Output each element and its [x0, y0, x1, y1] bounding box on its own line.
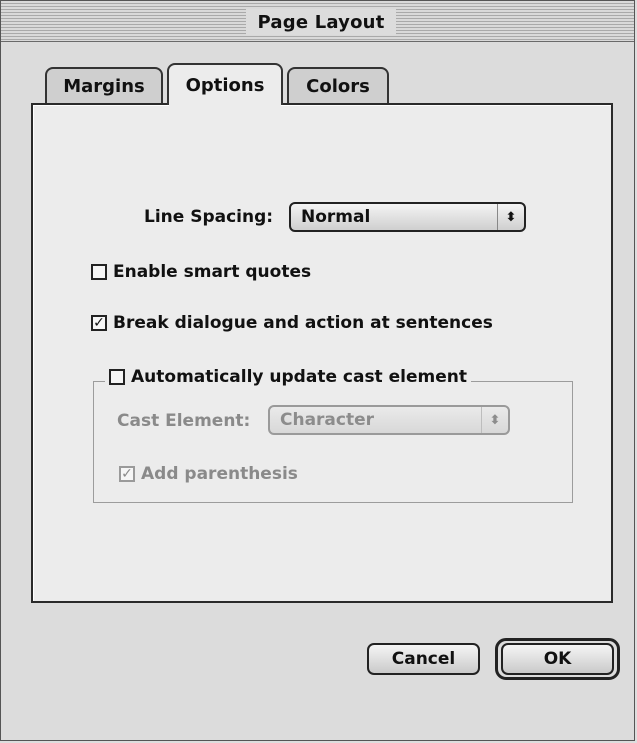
auto-update-cast-checkbox[interactable]: Automatically update cast element — [105, 367, 471, 387]
cast-element-value: Character — [280, 410, 375, 430]
line-spacing-popup[interactable]: Normal ⬍ — [289, 202, 526, 232]
options-panel — [31, 103, 613, 603]
updown-arrows-icon: ⬍ — [481, 407, 508, 433]
line-spacing-value: Normal — [301, 207, 371, 227]
add-parenthesis-label: Add parenthesis — [141, 464, 298, 484]
tab-margins[interactable]: Margins — [45, 67, 163, 103]
checkbox-box[interactable]: ✓ — [91, 315, 107, 331]
line-spacing-label: Line Spacing: — [144, 207, 274, 227]
break-dialogue-label: Break dialogue and action at sentences — [113, 313, 493, 333]
cancel-button[interactable]: Cancel — [367, 643, 480, 675]
page-layout-dialog: Page Layout Margins Colors Options Line … — [0, 0, 635, 741]
cast-group-box — [93, 381, 573, 503]
checkbox-box[interactable] — [109, 369, 125, 385]
updown-arrows-icon: ⬍ — [497, 204, 524, 230]
window-title: Page Layout — [246, 9, 396, 35]
cast-element-label: Cast Element: — [117, 411, 251, 431]
cast-element-popup[interactable]: Character ⬍ — [268, 405, 510, 435]
ok-button[interactable]: OK — [501, 643, 614, 675]
tab-colors[interactable]: Colors — [287, 67, 389, 103]
smart-quotes-checkbox[interactable]: Enable smart quotes — [91, 262, 311, 282]
checkmark-icon: ✓ — [93, 315, 105, 331]
break-dialogue-checkbox[interactable]: ✓ Break dialogue and action at sentences — [91, 313, 493, 333]
tab-join — [169, 102, 281, 108]
smart-quotes-label: Enable smart quotes — [113, 262, 312, 282]
checkbox-box[interactable]: ✓ — [119, 466, 135, 482]
checkbox-box[interactable] — [91, 264, 107, 280]
add-parenthesis-checkbox[interactable]: ✓ Add parenthesis — [119, 464, 298, 484]
title-bar[interactable]: Page Layout — [1, 1, 634, 42]
tab-options[interactable]: Options — [167, 63, 283, 105]
auto-update-cast-label: Automatically update cast element — [131, 367, 467, 387]
checkmark-icon: ✓ — [121, 466, 133, 482]
